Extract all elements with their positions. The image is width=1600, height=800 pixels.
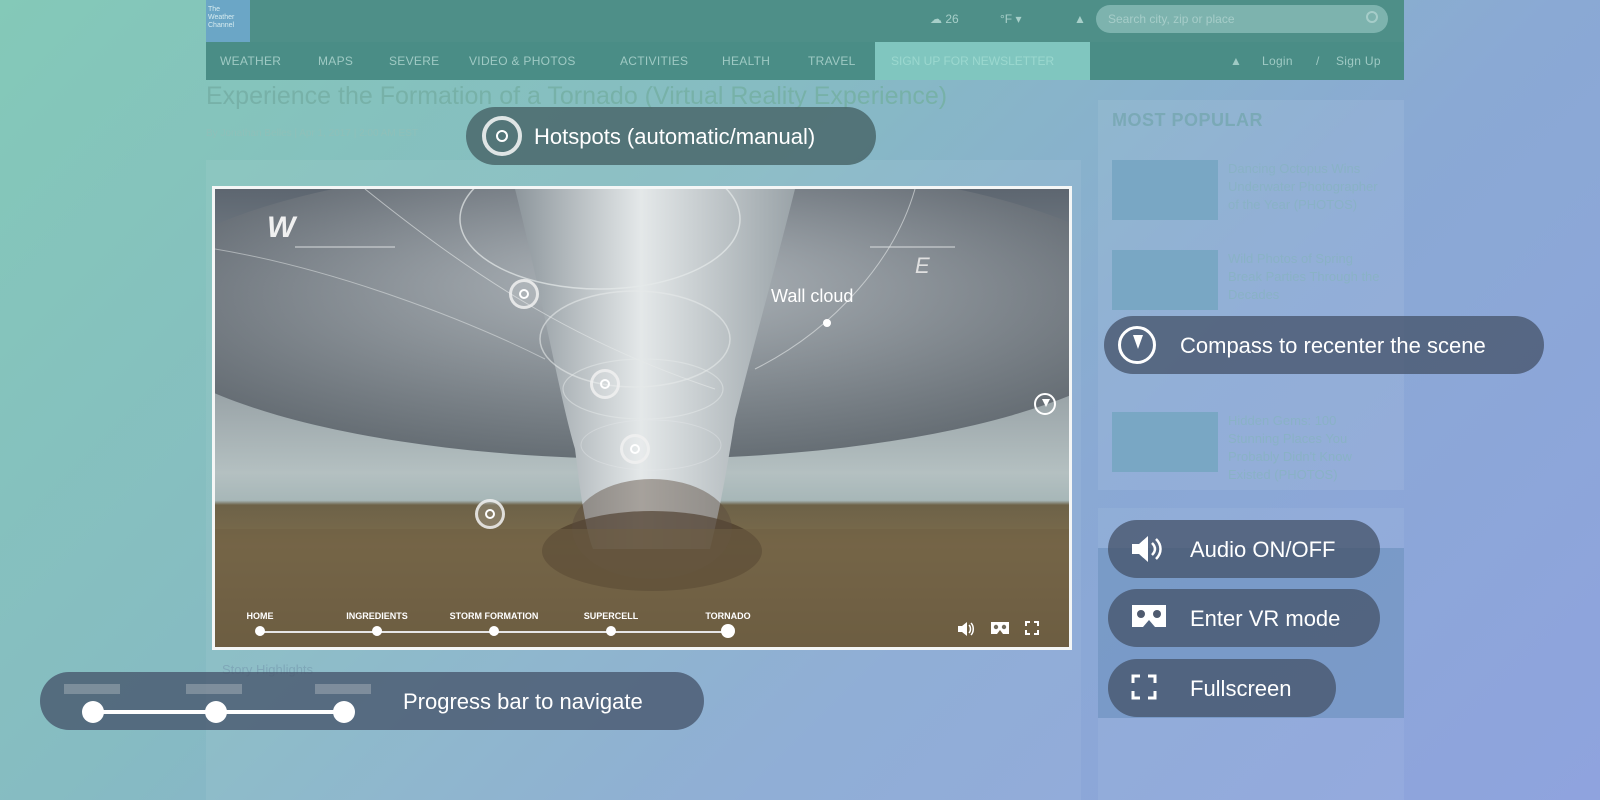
site-logo[interactable]: The Weather Channel: [206, 0, 250, 42]
search-placeholder: Search city, zip or place: [1108, 12, 1235, 26]
stage-label-storm-formation[interactable]: STORM FORMATION: [450, 611, 539, 621]
hotspot-button[interactable]: [475, 499, 505, 529]
stage-label-supercell[interactable]: SUPERCELL: [584, 611, 639, 621]
hotspots-callout: Hotspots (automatic/manual): [466, 107, 876, 165]
vr-callout-label: Enter VR mode: [1190, 606, 1341, 631]
compass-icon[interactable]: [1034, 393, 1056, 415]
hotspots-callout-label: Hotspots (automatic/manual): [534, 124, 816, 149]
stage-dot-ingredients[interactable]: [372, 626, 382, 636]
hotspot-button[interactable]: [509, 279, 539, 309]
popular-title[interactable]: Dancing Octopus Wins Underwater Photogra…: [1228, 160, 1388, 214]
compass-east-marker: E: [915, 253, 930, 278]
most-popular-heading: MOST POPULAR: [1112, 110, 1264, 130]
vr-viewer[interactable]: W E Wall cloud HOME INGREDIENTS STORM FO…: [212, 186, 1072, 650]
popular-item[interactable]: Hidden Gems: 100 Stunning Places You Pro…: [1112, 412, 1392, 482]
nav-weather[interactable]: WEATHER: [220, 54, 281, 68]
stage-label-ingredients[interactable]: INGREDIENTS: [346, 611, 408, 621]
stage-dot-tornado[interactable]: [721, 624, 735, 638]
login-link[interactable]: Login: [1262, 54, 1293, 68]
popular-thumbnail[interactable]: [1112, 250, 1218, 310]
compass-west-marker: W: [267, 211, 296, 244]
hotspot-icon: [482, 116, 522, 156]
audio-callout-label: Audio ON/OFF: [1190, 537, 1336, 562]
popular-item[interactable]: Dancing Octopus Wins Underwater Photogra…: [1112, 160, 1392, 230]
nav-video-photos[interactable]: VIDEO & PHOTOS: [469, 54, 576, 68]
temperature-readout[interactable]: ☁ 26: [930, 12, 959, 26]
hotspot-button[interactable]: [620, 434, 650, 464]
stage-dot-storm-formation[interactable]: [489, 626, 499, 636]
popular-thumbnail[interactable]: [1112, 160, 1218, 220]
vr-headset-icon: [1130, 603, 1168, 635]
progress-tick-label: [315, 684, 371, 694]
compass-icon: [1118, 326, 1156, 364]
vr-callout: Enter VR mode: [1108, 589, 1380, 647]
cloud-icon: ☁: [930, 12, 942, 26]
popular-title[interactable]: Wild Photos of Spring Break Parties Thro…: [1228, 250, 1388, 304]
speaker-icon: [1130, 534, 1164, 570]
progress-tick-label: [186, 684, 242, 694]
fullscreen-callout-label: Fullscreen: [1190, 676, 1292, 701]
progress-callout: Progress bar to navigate: [40, 672, 704, 730]
article-byline: By Jonathan Belles | Apr 1, 2017 | 2:00 …: [206, 128, 418, 139]
newsletter-label: SIGN UP FOR NEWSLETTER: [891, 54, 1055, 68]
location-pin-icon[interactable]: ▲: [1074, 12, 1086, 26]
popular-thumbnail[interactable]: [1112, 412, 1218, 472]
progress-dot: [82, 701, 104, 723]
nav-health[interactable]: HEALTH: [722, 54, 770, 68]
stage-label-tornado[interactable]: TORNADO: [705, 611, 750, 621]
separator: /: [1316, 54, 1320, 68]
nav-maps[interactable]: MAPS: [318, 54, 353, 68]
progress-tick-label: [64, 684, 120, 694]
user-icon[interactable]: ▲: [1230, 54, 1242, 68]
temperature-value: 26: [945, 12, 959, 26]
nav-severe[interactable]: SEVERE: [389, 54, 440, 68]
hotspot-button[interactable]: [590, 369, 620, 399]
compass-callout: Compass to recenter the scene: [1104, 316, 1544, 374]
hotspot-marker[interactable]: [823, 319, 831, 327]
unit-label: °F: [1000, 12, 1013, 26]
site-nav: [206, 42, 1404, 80]
popular-item[interactable]: Wild Photos of Spring Break Parties Thro…: [1112, 250, 1392, 320]
progress-callout-label: Progress bar to navigate: [403, 689, 643, 714]
fullscreen-callout: Fullscreen: [1108, 659, 1336, 717]
search-icon[interactable]: [1366, 11, 1378, 23]
stage-label-home[interactable]: HOME: [247, 611, 274, 621]
popular-title[interactable]: Hidden Gems: 100 Stunning Places You Pro…: [1228, 412, 1388, 484]
unit-toggle[interactable]: °F ▾: [1000, 12, 1022, 26]
signup-link[interactable]: Sign Up: [1336, 54, 1381, 68]
hotspot-label: Wall cloud: [771, 286, 854, 306]
nav-travel[interactable]: TRAVEL: [808, 54, 856, 68]
stage-dot-home[interactable]: [255, 626, 265, 636]
newsletter-button[interactable]: SIGN UP FOR NEWSLETTER: [875, 42, 1090, 80]
tornado-scene[interactable]: [215, 189, 1072, 650]
nav-activities[interactable]: ACTIVITIES: [620, 54, 688, 68]
stage-dot-supercell[interactable]: [606, 626, 616, 636]
audio-callout: Audio ON/OFF: [1108, 520, 1380, 578]
search-input[interactable]: Search city, zip or place: [1096, 5, 1388, 33]
progress-dot: [333, 701, 355, 723]
progress-dot: [205, 701, 227, 723]
compass-callout-label: Compass to recenter the scene: [1180, 333, 1486, 358]
fullscreen-icon: [1130, 673, 1158, 707]
